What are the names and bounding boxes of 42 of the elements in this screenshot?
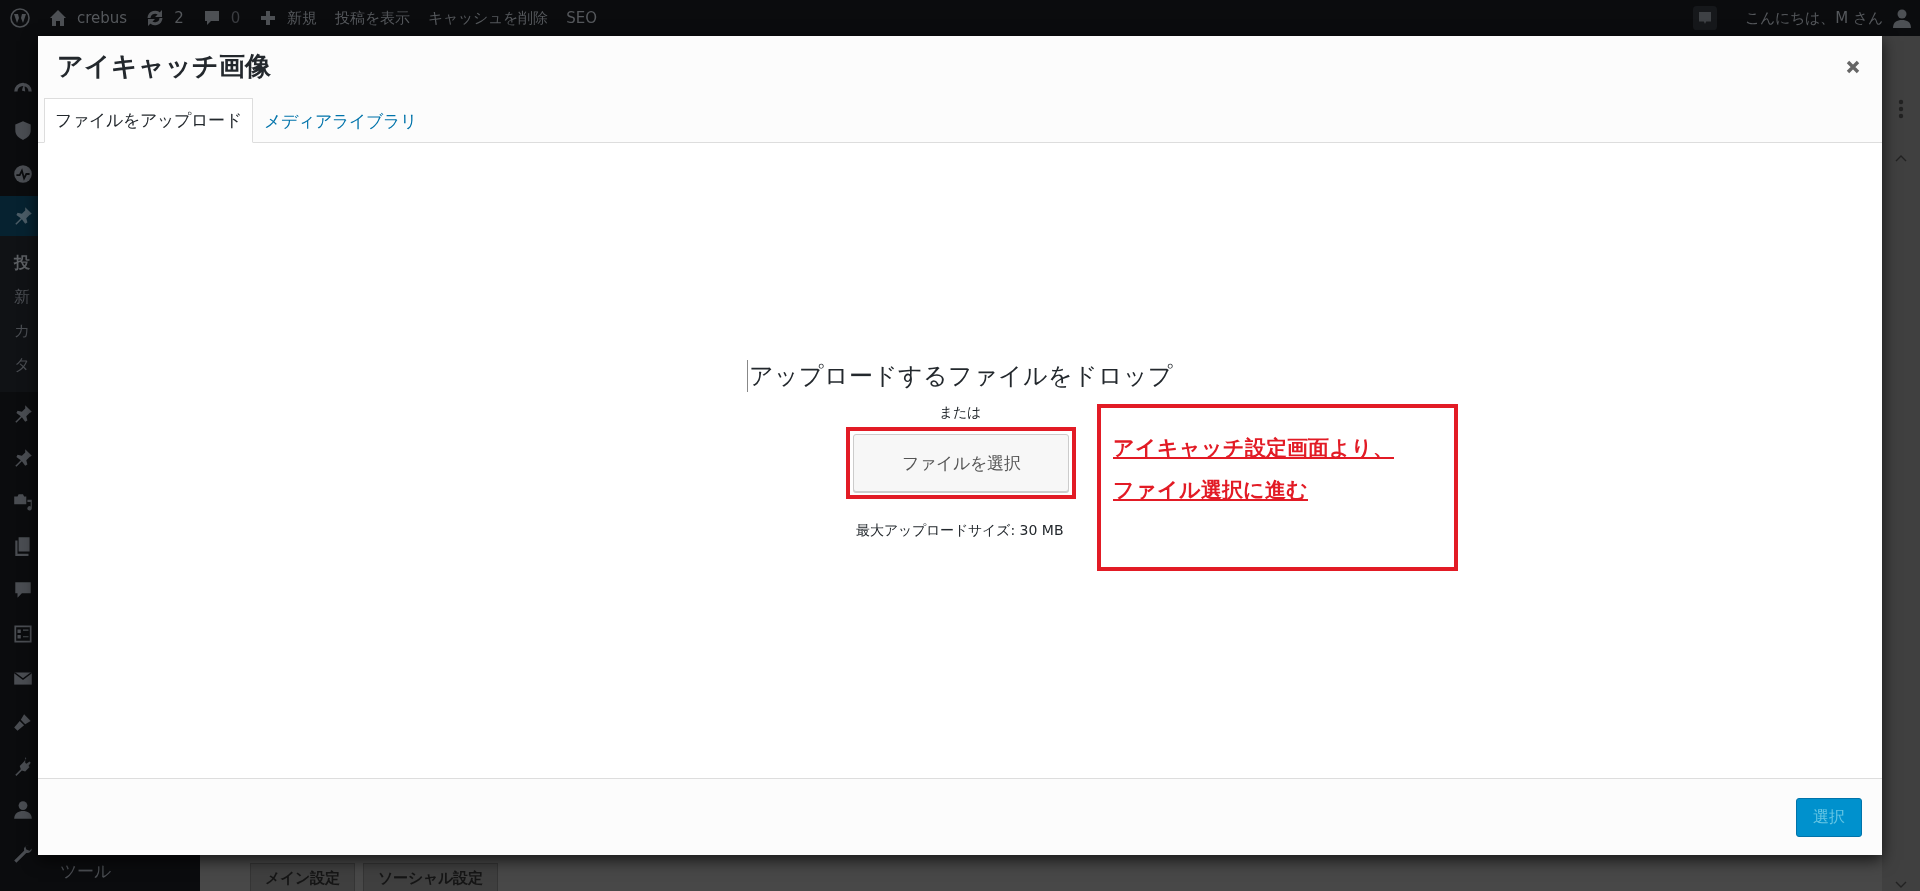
or-text: または xyxy=(939,404,981,422)
submenu-item[interactable]: タ xyxy=(14,348,32,382)
site-name: crebus xyxy=(77,9,128,27)
max-upload-size: 最大アップロードサイズ: 30 MB xyxy=(856,522,1064,540)
pin-icon xyxy=(12,205,34,227)
submenu-item[interactable]: 投 xyxy=(14,246,32,280)
greeting-text: こんにちは、M さん xyxy=(1745,8,1883,28)
new-menu[interactable]: 新規 xyxy=(258,8,318,28)
account-menu[interactable]: こんにちは、M さん xyxy=(1745,8,1912,28)
more-dots-icon[interactable] xyxy=(1898,98,1904,120)
user-icon[interactable] xyxy=(12,799,34,821)
annotation-text: ファイル選択に進む xyxy=(1113,477,1308,504)
admin-bar-link[interactable]: 投稿を表示 xyxy=(335,8,411,28)
drop-instructions: アップロードするファイルをドロップ xyxy=(747,360,1173,392)
shield-icon[interactable] xyxy=(12,119,34,141)
close-icon[interactable] xyxy=(1846,59,1860,74)
submenu-item[interactable]: 新 xyxy=(14,280,32,314)
speech-bubble-icon[interactable] xyxy=(1693,6,1718,30)
submenu-item[interactable]: カ xyxy=(14,314,32,348)
camera-music-icon[interactable] xyxy=(12,491,34,513)
pin-icon[interactable] xyxy=(12,403,34,425)
site-menu[interactable]: crebus xyxy=(48,8,128,28)
admin-bar-link[interactable]: SEO xyxy=(566,9,598,27)
select-files-button[interactable]: ファイルを選択 xyxy=(853,434,1069,492)
avatar-icon xyxy=(1892,8,1912,28)
wrench-icon[interactable] xyxy=(12,843,34,865)
admin-bar-link[interactable]: キャッシュを削除 xyxy=(428,8,549,28)
pin-icon[interactable] xyxy=(12,447,34,469)
wordpress-logo-icon[interactable] xyxy=(10,8,30,28)
modal-title: アイキャッチ画像 xyxy=(57,50,271,83)
scroll-down-icon[interactable] xyxy=(1895,881,1907,889)
activity-icon[interactable] xyxy=(12,163,34,185)
annotation-text: アイキャッチ設定画面より、 xyxy=(1113,435,1394,462)
modal-tab[interactable]: メディアライブラリ xyxy=(253,99,428,143)
updates-menu[interactable]: 2 xyxy=(145,8,184,28)
new-label: 新規 xyxy=(287,8,318,28)
form-icon[interactable] xyxy=(12,623,34,645)
update-count: 2 xyxy=(174,9,184,27)
modal-tab[interactable]: ファイルをアップロード xyxy=(44,98,253,143)
scroll-up-icon[interactable] xyxy=(1895,154,1907,162)
home-icon xyxy=(48,8,68,28)
menu-label[interactable]: ツール xyxy=(60,859,111,883)
